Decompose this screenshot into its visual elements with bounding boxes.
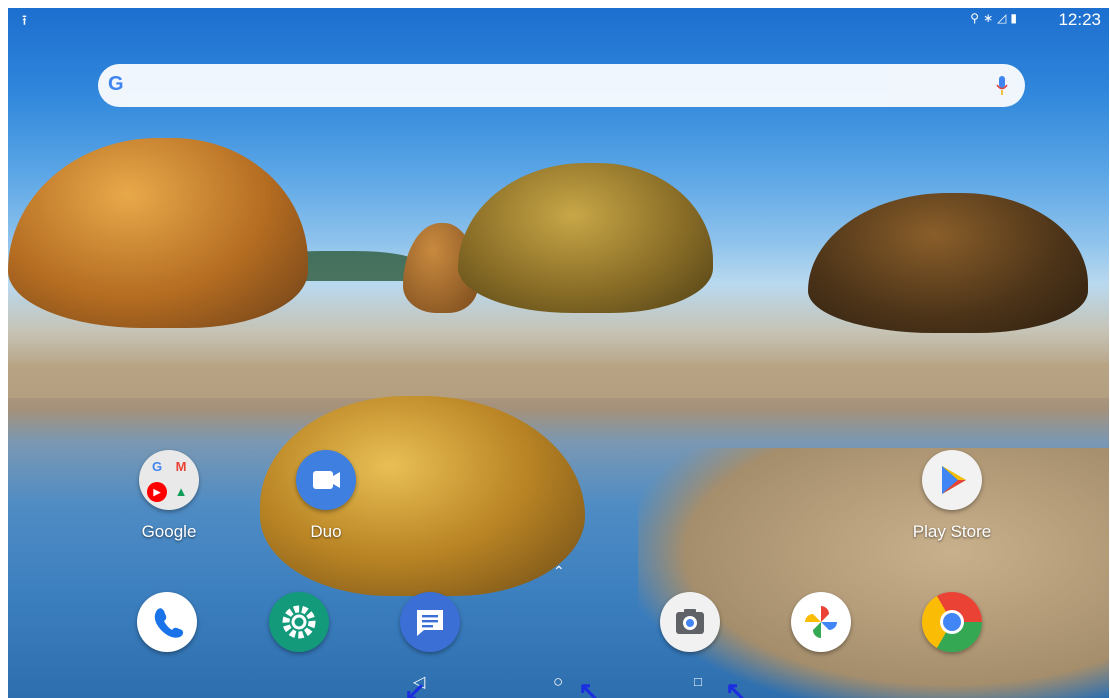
app-play-store[interactable]: Play Store	[897, 450, 1007, 542]
bluetooth-icon: ∗	[983, 11, 998, 25]
upload-icon: ⭱	[22, 12, 27, 28]
signal-icon: ◿	[997, 11, 1011, 25]
pointer-arrow-icon: ↙	[404, 676, 426, 698]
recents-button[interactable]: □	[694, 674, 702, 689]
dock-photos[interactable]	[766, 592, 876, 652]
status-icons: ⚲∗◿▮	[970, 11, 1021, 25]
phone-icon	[137, 592, 197, 652]
app-duo[interactable]: Duo	[271, 450, 381, 542]
status-bar: ⭱ ⚲∗◿▮ 12:23	[8, 8, 1109, 32]
battery-icon: ▮	[1010, 11, 1021, 25]
messages-icon	[400, 592, 460, 652]
mic-icon[interactable]	[995, 74, 1009, 98]
location-icon: ⚲	[970, 11, 984, 25]
pointer-arrow-icon: ↖	[578, 676, 600, 698]
navigation-bar: ◁ ○ □	[8, 668, 1109, 698]
google-folder-icon: G M ▶ ▲	[139, 450, 199, 510]
status-time: 12:23	[1058, 10, 1101, 29]
app-label: Play Store	[912, 522, 992, 541]
wallpaper-rock	[458, 163, 713, 313]
google-search-bar[interactable]: G	[98, 64, 1025, 107]
dock-camera[interactable]	[635, 592, 745, 652]
app-drawer-arrow-icon[interactable]: ⌃	[553, 563, 565, 580]
camera-icon	[660, 592, 720, 652]
chrome-icon	[922, 592, 982, 652]
google-logo: G	[108, 73, 124, 95]
photos-icon	[791, 592, 851, 652]
wallpaper-rock	[808, 193, 1088, 333]
dock-settings[interactable]	[244, 592, 354, 652]
app-label: Google	[141, 522, 197, 541]
app-google[interactable]: G M ▶ ▲ Google	[114, 450, 224, 542]
home-button[interactable]: ○	[553, 672, 563, 692]
dock-chrome[interactable]	[897, 592, 1007, 652]
duo-icon	[296, 450, 356, 510]
wallpaper-sand	[8, 363, 1109, 398]
pointer-arrow-icon: ↖	[725, 676, 747, 698]
settings-icon	[269, 592, 329, 652]
app-label: Duo	[310, 522, 342, 541]
wallpaper-rock	[8, 138, 308, 328]
home-screen: ⭱ ⚲∗◿▮ 12:23 G G M ▶ ▲ Google Duo Play S…	[8, 8, 1109, 698]
wallpaper-sand	[638, 448, 1109, 698]
play-store-icon	[922, 450, 982, 510]
dock-messages[interactable]	[375, 592, 485, 652]
dock-phone[interactable]	[112, 592, 222, 652]
